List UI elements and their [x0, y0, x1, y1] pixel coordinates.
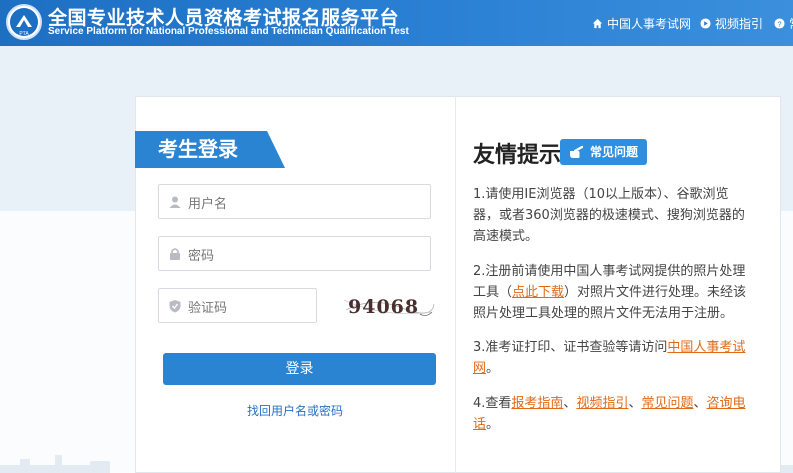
login-button[interactable]: 登录 [163, 353, 436, 385]
tip-text: 、 [628, 396, 642, 411]
card-divider [455, 96, 456, 473]
link-video-guide[interactable]: 视频指引 [700, 15, 763, 32]
logo-text: PTA [19, 31, 29, 37]
contact-phone-link-cont[interactable]: 话 [473, 417, 486, 432]
tip-browser: 1.请使用IE浏览器（10以上版本）、谷歌浏览 器，或者360浏览器的极速模式、… [473, 184, 773, 247]
tip-line: 话。 [473, 414, 773, 435]
tip-resources: 4.查看报考指南、视频指引、常见问题、咨询电 话。 [473, 393, 773, 435]
tip-text: 4.查看 [473, 396, 512, 411]
site-subtitle: Service Platform for National Profession… [48, 26, 409, 37]
link-faq[interactable]: ? 常 [774, 15, 793, 32]
guide-link[interactable]: 报考指南 [511, 396, 563, 411]
captcha-placeholder: 验证码 [188, 301, 228, 316]
tip-text: 工具（ [473, 285, 513, 300]
tip-photo-tool: 2.注册前请使用中国人事考试网提供的照片处理 工具（点此下载）对照片文件进行处理… [473, 261, 773, 324]
tip-line: 2.注册前请使用中国人事考试网提供的照片处理 [473, 264, 746, 279]
user-icon [169, 196, 181, 208]
question-icon: ? [774, 18, 785, 29]
tip-line: 1.请使用IE浏览器（10以上版本）、谷歌浏览 [473, 187, 729, 202]
tip-text: 。 [486, 417, 500, 432]
contact-phone-link[interactable]: 咨询电 [707, 396, 746, 411]
captcha-field[interactable]: 验证码 [158, 288, 317, 323]
tip-line: 器，或者360浏览器的极速模式、搜狗浏览器的 [473, 208, 745, 223]
tips-title: 友情提示 [473, 143, 562, 168]
faq-link[interactable]: 常见问题 [641, 396, 693, 411]
tip-text: ）对照片文件进行处理。未经该 [564, 285, 747, 300]
tip-text: 3.准考证打印、证书查验等请访问 [473, 340, 668, 355]
username-placeholder: 用户名 [188, 197, 228, 212]
lock-icon [170, 248, 180, 260]
pta-logo[interactable]: PTA [6, 4, 42, 40]
password-placeholder: 密码 [188, 249, 215, 264]
tip-line: 高速模式。 [473, 229, 539, 244]
tip-line: 网。 [473, 358, 773, 379]
tip-text: 、 [563, 396, 577, 411]
tip-admission: 3.准考证打印、证书查验等请访问中国人事考试 网。 [473, 337, 773, 379]
pointing-hand-icon [570, 145, 584, 158]
link-cpta-site[interactable]: 中国人事考试网 [592, 15, 691, 32]
link-label: 中国人事考试网 [607, 17, 692, 31]
top-header: PTA 全国专业技术人员资格考试报名服务平台 Service Platform … [0, 0, 793, 46]
login-tab: 考生登录 [135, 131, 285, 168]
link-label: 常 [789, 15, 793, 32]
home-icon [592, 18, 603, 29]
tip-line: 3.准考证打印、证书查验等请访问中国人事考试 [473, 337, 773, 358]
cpta-link-cont[interactable]: 网 [473, 361, 486, 376]
tip-line: 工具（点此下载）对照片文件进行处理。未经该 [473, 282, 773, 303]
faq-badge-label: 常见问题 [590, 145, 639, 159]
faq-badge-button[interactable]: 常见问题 [560, 139, 647, 165]
username-field[interactable]: 用户名 [158, 184, 431, 219]
password-field[interactable]: 密码 [158, 236, 431, 271]
shield-icon [169, 300, 181, 313]
tip-line: 4.查看报考指南、视频指引、常见问题、咨询电 [473, 393, 773, 414]
tip-line: 照片处理工具处理的照片文件无法用于注册。 [473, 306, 734, 321]
video-guide-link[interactable]: 视频指引 [576, 396, 628, 411]
download-link[interactable]: 点此下载 [512, 285, 564, 300]
play-icon [700, 18, 711, 29]
captcha-image[interactable]: 94068 [342, 288, 436, 324]
captcha-text: 94068 [348, 296, 419, 318]
tip-text: 、 [693, 396, 707, 411]
tip-text: 。 [486, 361, 500, 376]
forgot-credentials-link[interactable]: 找回用户名或密码 [247, 402, 343, 419]
cpta-link[interactable]: 中国人事考试 [667, 340, 745, 355]
link-label: 视频指引 [715, 17, 764, 31]
svg-text:?: ? [777, 19, 781, 28]
